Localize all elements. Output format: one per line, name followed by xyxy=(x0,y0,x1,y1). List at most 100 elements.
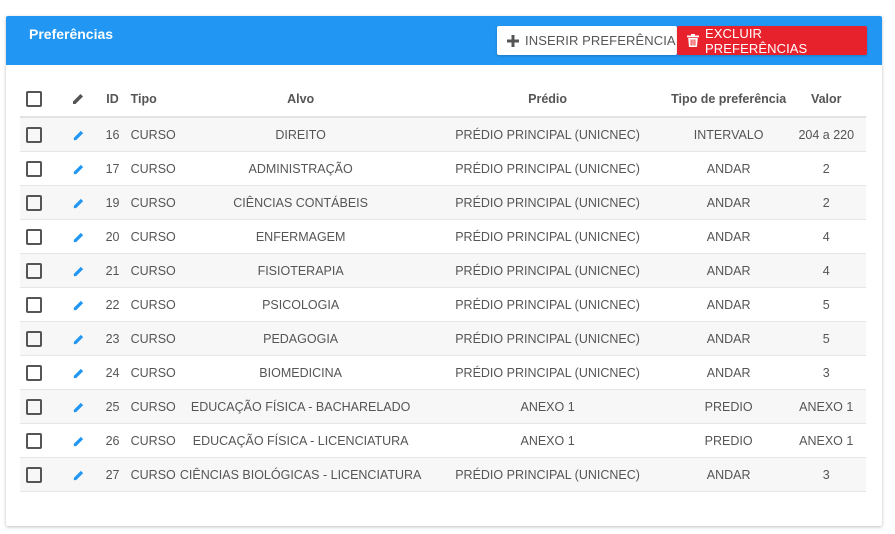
cell-tipo-preferencia: ANDAR xyxy=(670,253,787,288)
select-all-checkbox[interactable] xyxy=(26,91,42,107)
row-select-cell xyxy=(20,457,59,492)
row-edit-cell xyxy=(58,457,99,492)
table-row: 22 CURSO PSICOLOGIA PRÉDIO PRINCIPAL (UNICN… xyxy=(20,287,866,322)
cell-predio: PRÉDIO PRINCIPAL (UNICNEC) xyxy=(424,321,671,356)
cell-tipo-preferencia: PREDIO xyxy=(670,423,787,458)
table-row: 21 CURSO FISIOTERAPIA PRÉDIO PRINCIPAL (UNI… xyxy=(20,253,866,288)
cell-tipo: CURSO xyxy=(126,423,177,458)
cell-tipo-preferencia: ANDAR xyxy=(670,457,787,492)
row-checkbox[interactable] xyxy=(26,262,42,279)
column-header-tipo-preferencia[interactable]: Tipo de preferência xyxy=(670,82,787,118)
cell-tipo-preferencia: INTERVALO xyxy=(670,117,787,152)
cell-alvo: ENFERMAGEM xyxy=(176,219,425,254)
cell-alvo: FISIOTERAPIA xyxy=(176,253,425,288)
delete-preferences-button[interactable]: EXCLUIR PREFERÊNCIAS xyxy=(677,26,867,56)
cell-predio: ANEXO 1 xyxy=(424,389,671,424)
row-select-cell xyxy=(20,117,59,152)
cell-valor: 3 xyxy=(786,355,866,390)
row-select-cell xyxy=(20,355,59,390)
table-row: 26 CURSO EDUCAÇÃO FÍSICA - LICENCIATURA ANE… xyxy=(20,423,866,458)
column-header-predio[interactable]: Prédio xyxy=(424,82,671,118)
table-row: 20 CURSO ENFERMAGEM PRÉDIO PRINCIPAL (UNICN… xyxy=(20,219,866,254)
cell-tipo: CURSO xyxy=(126,457,177,492)
cell-id: 23 xyxy=(98,321,127,356)
row-edit-cell xyxy=(58,321,99,356)
cell-predio: PRÉDIO PRINCIPAL (UNICNEC) xyxy=(424,287,671,322)
table-row: 24 CURSO BIOMEDICINA PRÉDIO PRINCIPAL (UNIC… xyxy=(20,355,866,390)
trash-icon xyxy=(687,34,699,47)
cell-id: 25 xyxy=(98,389,127,424)
cell-valor: 204 a 220 xyxy=(786,117,866,152)
preferences-table: ID Tipo Alvo Prédio Tipo de preferência … xyxy=(20,82,866,492)
row-checkbox[interactable] xyxy=(26,330,42,347)
edit-pencil-icon[interactable] xyxy=(72,401,85,414)
cell-alvo: EDUCAÇÃO FÍSICA - LICENCIATURA xyxy=(176,423,425,458)
cell-predio: PRÉDIO PRINCIPAL (UNICNEC) xyxy=(424,355,671,390)
cell-alvo: PSICOLOGIA xyxy=(176,287,425,322)
cell-alvo: PEDAGOGIA xyxy=(176,321,425,356)
table-header-row: ID Tipo Alvo Prédio Tipo de preferência … xyxy=(20,82,866,118)
row-select-cell xyxy=(20,389,59,424)
table-row: 16 CURSO DIREITO PRÉDIO PRINCIPAL (UNICNEC)… xyxy=(20,117,866,152)
row-checkbox[interactable] xyxy=(26,466,42,483)
plus-icon xyxy=(507,34,519,47)
column-header-alvo[interactable]: Alvo xyxy=(176,82,425,118)
row-checkbox[interactable] xyxy=(26,296,42,313)
row-edit-cell xyxy=(58,389,99,424)
cell-tipo-preferencia: ANDAR xyxy=(670,219,787,254)
cell-tipo-preferencia: ANDAR xyxy=(670,321,787,356)
cell-tipo-preferencia: ANDAR xyxy=(670,355,787,390)
cell-predio: PRÉDIO PRINCIPAL (UNICNEC) xyxy=(424,457,671,492)
row-checkbox[interactable] xyxy=(26,228,42,245)
cell-tipo-preferencia: ANDAR xyxy=(670,151,787,186)
table-row: 17 CURSO ADMINISTRAÇÃO PRÉDIO PRINCIPAL (UN… xyxy=(20,151,866,186)
cell-id: 24 xyxy=(98,355,127,390)
cell-id: 22 xyxy=(98,287,127,322)
edit-pencil-icon[interactable] xyxy=(72,469,85,482)
column-header-valor[interactable]: Valor xyxy=(786,82,866,118)
edit-pencil-icon[interactable] xyxy=(72,129,85,142)
cell-id: 21 xyxy=(98,253,127,288)
cell-tipo: CURSO xyxy=(126,389,177,424)
row-checkbox[interactable] xyxy=(26,364,42,381)
cell-tipo-preferencia: ANDAR xyxy=(670,287,787,322)
edit-pencil-icon[interactable] xyxy=(72,163,85,176)
row-checkbox[interactable] xyxy=(26,160,42,177)
page-title: Preferências xyxy=(29,26,114,42)
row-checkbox[interactable] xyxy=(26,432,42,449)
insert-preference-label: INSERIR PREFERÊNCIA xyxy=(525,33,676,48)
row-edit-cell xyxy=(58,287,99,322)
column-header-tipo[interactable]: Tipo xyxy=(126,82,177,118)
cell-tipo: CURSO xyxy=(126,219,177,254)
edit-pencil-icon[interactable] xyxy=(72,367,85,380)
edit-pencil-icon[interactable] xyxy=(72,265,85,278)
cell-tipo: CURSO xyxy=(126,287,177,322)
column-header-id[interactable]: ID xyxy=(98,82,127,118)
edit-pencil-icon[interactable] xyxy=(72,435,85,448)
edit-pencil-icon[interactable] xyxy=(72,333,85,346)
row-select-cell xyxy=(20,423,59,458)
cell-valor: ANEXO 1 xyxy=(786,423,866,458)
row-checkbox[interactable] xyxy=(26,398,42,415)
cell-valor: 2 xyxy=(786,151,866,186)
insert-preference-button[interactable]: INSERIR PREFERÊNCIA xyxy=(497,26,677,55)
header-edit-cell xyxy=(58,82,99,118)
cell-id: 16 xyxy=(98,117,127,152)
edit-pencil-icon[interactable] xyxy=(72,231,85,244)
edit-pencil-icon[interactable] xyxy=(72,299,85,312)
row-edit-cell xyxy=(58,423,99,458)
cell-alvo: BIOMEDICINA xyxy=(176,355,425,390)
row-checkbox[interactable] xyxy=(26,194,42,211)
table-row: 19 CURSO CIÊNCIAS CONTÁBEIS PRÉDIO PRINCIPA… xyxy=(20,185,866,220)
cell-id: 19 xyxy=(98,185,127,220)
cell-tipo: CURSO xyxy=(126,117,177,152)
edit-pencil-icon[interactable] xyxy=(72,197,85,210)
cell-valor: 2 xyxy=(786,185,866,220)
cell-tipo: CURSO xyxy=(126,151,177,186)
cell-valor: ANEXO 1 xyxy=(786,389,866,424)
cell-valor: 5 xyxy=(786,287,866,322)
row-checkbox[interactable] xyxy=(26,126,42,143)
row-select-cell xyxy=(20,219,59,254)
cell-tipo: CURSO xyxy=(126,253,177,288)
row-edit-cell xyxy=(58,185,99,220)
